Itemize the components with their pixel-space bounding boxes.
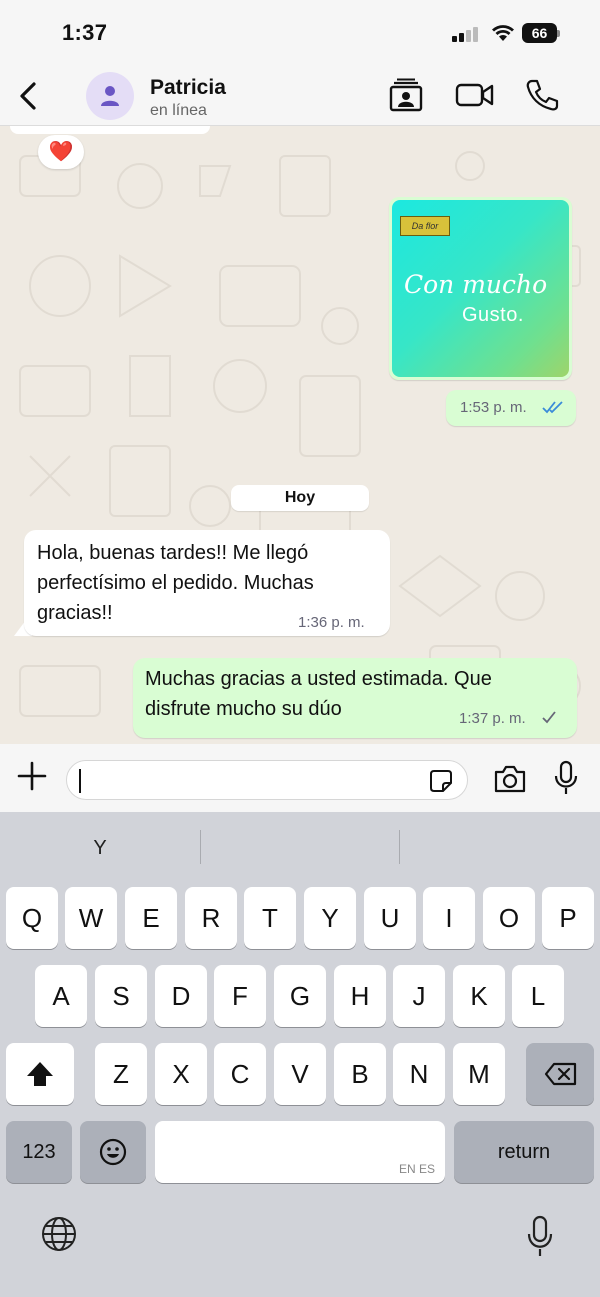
heart-reaction[interactable]: ❤️ [38,135,84,169]
key-p[interactable]: P [542,887,594,949]
key-q[interactable]: Q [6,887,58,949]
wifi-icon [492,25,514,41]
key-u[interactable]: U [364,887,416,949]
globe-icon[interactable] [40,1215,78,1253]
message-time: 1:37 p. m. [459,710,526,727]
back-chevron-icon[interactable] [14,80,42,112]
image-caption-text: Gusto. [462,304,524,326]
day-separator: Hoy [231,485,369,511]
key-w[interactable]: W [65,887,117,949]
incoming-message[interactable]: Hola, buenas tardes!! Me llegó perfectís… [24,530,390,636]
key-l[interactable]: L [512,965,564,1027]
keyboard: Y Q W E R T Y U I O P A S D F G H J K L … [0,812,600,1297]
key-z[interactable]: Z [95,1043,147,1105]
key-c[interactable]: C [214,1043,266,1105]
image-attachment[interactable]: Da flor Con mucho Gusto. [392,200,569,377]
contact-card-icon[interactable] [388,78,424,112]
key-g[interactable]: G [274,965,326,1027]
key-d[interactable]: D [155,965,207,1027]
message-time: 1:36 p. m. [298,614,365,631]
numbers-key[interactable]: 123 [6,1121,72,1183]
key-b[interactable]: B [334,1043,386,1105]
plus-icon[interactable] [16,760,48,792]
phone-call-icon[interactable] [524,78,560,112]
key-x[interactable]: X [155,1043,207,1105]
suggestion-1[interactable]: Y [0,812,200,882]
key-o[interactable]: O [483,887,535,949]
read-double-check-icon [542,401,563,414]
video-call-icon[interactable] [455,78,495,112]
message-time: 1:53 p. m. [460,399,527,416]
sent-check-icon [542,711,556,724]
key-k[interactable]: K [453,965,505,1027]
avatar[interactable] [86,72,134,120]
emoji-key[interactable] [80,1121,146,1183]
key-t[interactable]: T [244,887,296,949]
dictation-microphone-icon[interactable] [526,1215,554,1259]
text-caret [79,769,81,793]
image-message[interactable]: Da flor Con mucho Gusto. [389,197,572,380]
message-line: perfectísimo el pedido. Muchas [37,572,314,594]
key-y[interactable]: Y [304,887,356,949]
brand-logo: Da flor [400,216,450,236]
cellular-signal-icon [452,26,482,42]
message-input-bar [0,744,600,812]
key-v[interactable]: V [274,1043,326,1105]
key-s[interactable]: S [95,965,147,1027]
sticker-icon[interactable] [429,769,453,793]
outgoing-message[interactable]: Muchas gracias a usted estimada. Que dis… [133,658,577,738]
space-key[interactable]: EN ES [155,1121,445,1183]
emoji-icon [99,1138,127,1166]
message-line: gracias!! [37,602,113,624]
image-message-time-bubble: 1:53 p. m. [446,390,576,426]
image-script-text: Con mucho [404,270,548,299]
suggestion-2[interactable] [200,812,400,882]
key-r[interactable]: R [185,887,237,949]
key-j[interactable]: J [393,965,445,1027]
camera-icon[interactable] [493,764,527,794]
return-key[interactable]: return [454,1121,594,1183]
backspace-icon [544,1062,577,1086]
message-line: Muchas gracias a usted estimada. Que [145,668,492,690]
person-icon [101,86,119,106]
status-time: 1:37 [62,20,108,45]
chat-header: Patricia en línea [0,64,600,126]
status-bar: 1:37 66 [0,0,600,64]
microphone-icon[interactable] [553,760,579,796]
battery-icon: 66 [522,23,560,43]
suggestion-3[interactable] [400,812,600,882]
backspace-key[interactable] [526,1043,594,1105]
message-input[interactable] [66,760,468,800]
key-e[interactable]: E [125,887,177,949]
key-h[interactable]: H [334,965,386,1027]
previous-message-bubble[interactable] [10,126,210,134]
contact-status: en línea [150,102,207,119]
message-line: disfrute mucho su dúo [145,698,342,720]
contact-name[interactable]: Patricia [150,76,226,100]
message-line: Hola, buenas tardes!! Me llegó [37,542,309,564]
shift-key[interactable] [6,1043,74,1105]
key-i[interactable]: I [423,887,475,949]
key-a[interactable]: A [35,965,87,1027]
key-m[interactable]: M [453,1043,505,1105]
shift-arrow-icon [27,1062,53,1086]
key-n[interactable]: N [393,1043,445,1105]
space-key-languages: EN ES [398,1162,435,1176]
battery-level: 66 [522,23,557,43]
key-f[interactable]: F [214,965,266,1027]
